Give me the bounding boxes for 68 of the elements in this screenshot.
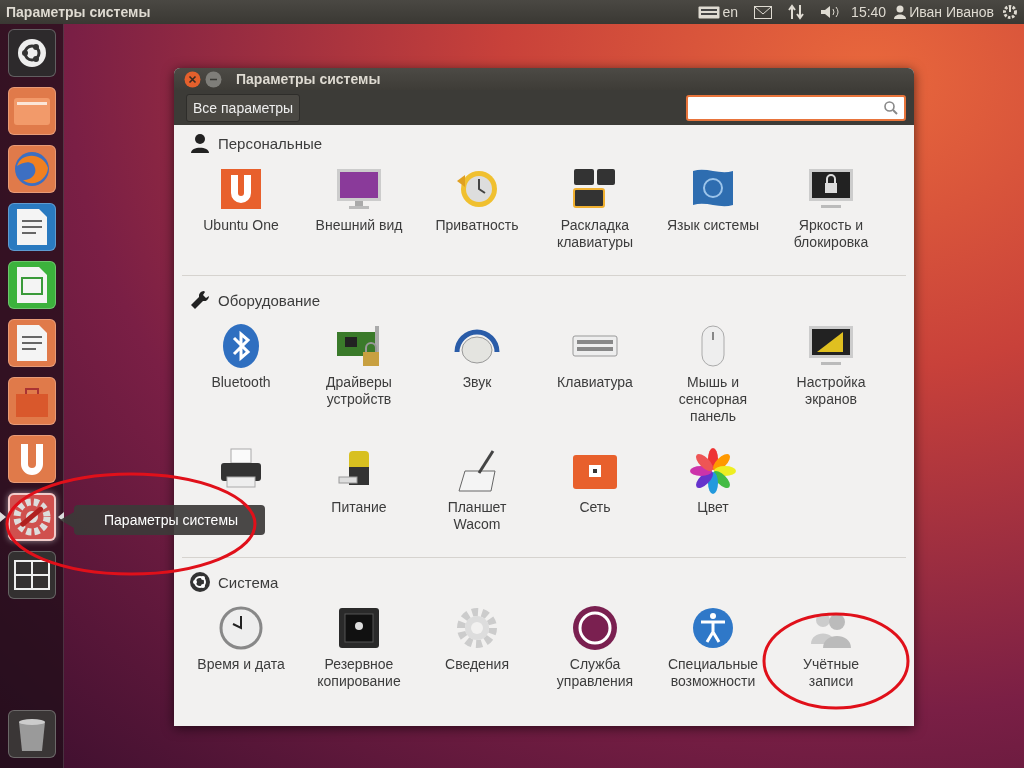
settings-item-label[interactable]: Ubuntu One [203, 217, 279, 234]
window-title: Параметры системы [236, 71, 381, 88]
user-name[interactable]: Иван Иванов [909, 4, 994, 20]
launcher-item[interactable] [7, 87, 56, 135]
document-icon [15, 208, 48, 246]
section-heading: Оборудование [218, 291, 321, 309]
settings-item-label[interactable]: Планшет Wacom [430, 499, 524, 533]
launcher-item[interactable] [7, 551, 56, 599]
section-heading: Персональные [218, 134, 323, 152]
settings-item-label[interactable]: Раскладка клавиатуры [548, 217, 642, 251]
launcher-item[interactable] [7, 203, 56, 251]
folder-icon [12, 96, 51, 126]
clock-icon [217, 604, 265, 652]
settings-item-label[interactable]: Внешний вид [315, 217, 403, 234]
settings-item-label[interactable]: Специальные возможности [666, 656, 760, 690]
search-icon [884, 100, 898, 115]
settings-item-label[interactable]: Сеть [579, 499, 611, 516]
settings-item-label[interactable]: Мышь и сенсорная панель [666, 374, 760, 425]
gear-wrench-icon [11, 497, 52, 537]
settings-item-label[interactable]: Учётные записи [784, 656, 878, 690]
color-flower-icon [689, 447, 737, 495]
person-icon [190, 133, 210, 153]
ubuntu-logo-icon [16, 38, 47, 68]
search-field[interactable] [686, 94, 906, 121]
close-icon[interactable] [184, 70, 201, 88]
settings-item-label[interactable]: Язык системы [666, 217, 760, 234]
launcher-item[interactable] [7, 145, 56, 193]
settings-item-label[interactable]: Питание [331, 499, 387, 516]
trash-icon [16, 716, 47, 752]
launcher-item[interactable] [7, 319, 56, 367]
person-icon[interactable] [894, 5, 907, 19]
settings-item-label[interactable]: Резервное копирование [312, 656, 406, 690]
wrench-icon [190, 290, 210, 310]
ubuntu-logo-icon [190, 572, 210, 592]
power-gear-icon[interactable] [1002, 4, 1018, 20]
settings-item-label[interactable]: Приватность [435, 217, 519, 234]
launcher-item[interactable] [7, 377, 56, 425]
envelope-icon[interactable] [754, 5, 773, 19]
settings-item-label[interactable]: Сведения [445, 656, 509, 673]
launcher-item[interactable] [7, 435, 56, 483]
settings-item-label[interactable]: Цвет [697, 499, 729, 516]
settings-item-label[interactable]: Время и дата [197, 656, 285, 673]
launcher-item[interactable] [7, 493, 56, 541]
minimize-icon[interactable] [205, 70, 222, 88]
document-icon [15, 324, 48, 362]
language-indicator[interactable]: en [722, 4, 739, 20]
launcher-item[interactable] [7, 261, 56, 309]
clock-text[interactable]: 15:40 [851, 4, 887, 20]
settings-item-label[interactable]: Клавиатура [557, 374, 633, 391]
settings-item-label[interactable]: Служба управления [548, 656, 642, 690]
settings-item-label[interactable]: Bluetooth [211, 374, 271, 391]
keyboard-icon[interactable] [697, 5, 720, 19]
section-heading: Система [218, 573, 279, 591]
network-arrows-icon[interactable] [788, 4, 805, 20]
tooltip-arrow-icon [60, 512, 74, 528]
ring-icon [571, 604, 619, 652]
workspaces-icon [13, 560, 50, 590]
launcher-item[interactable] [7, 710, 56, 758]
settings-item-label[interactable]: Яркость и блокировка [784, 217, 878, 251]
settings-item-label[interactable]: Звук [462, 374, 492, 391]
settings-item-label[interactable]: Настройка экранов [784, 374, 878, 408]
globe-icon [12, 150, 51, 188]
launcher-item[interactable] [7, 29, 56, 77]
volume-icon[interactable] [820, 5, 841, 19]
document-icon [15, 266, 48, 304]
app-title: Параметры системы [6, 4, 152, 20]
all-settings-button[interactable]: Все параметры [186, 93, 301, 122]
settings-item-label[interactable]: Драйверы устройств [312, 374, 406, 408]
